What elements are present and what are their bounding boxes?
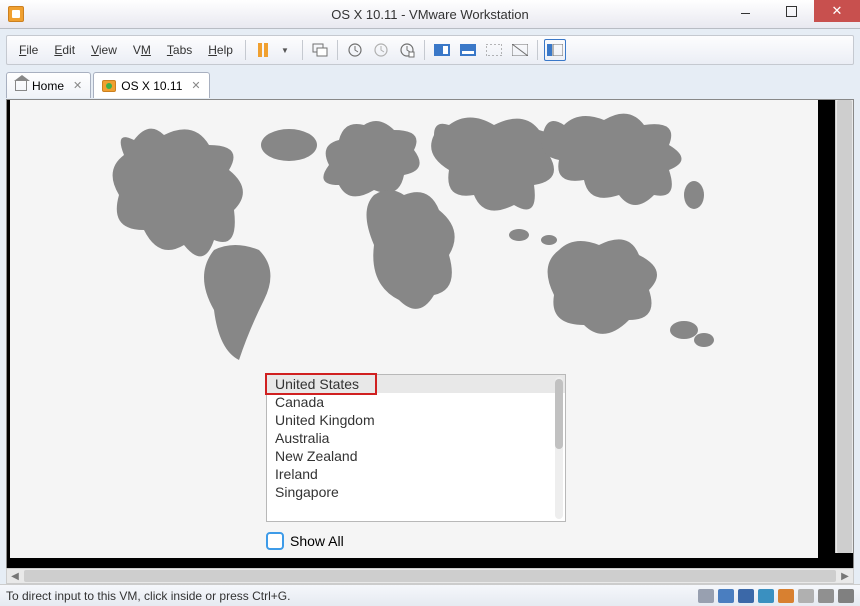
minimize-button[interactable]: [722, 0, 768, 22]
close-button[interactable]: ✕: [814, 0, 860, 22]
country-listbox-scrollbar[interactable]: [555, 377, 563, 519]
country-row-united-states[interactable]: United States: [267, 375, 565, 393]
status-bar: To direct input to this VM, click inside…: [0, 584, 860, 606]
vm-frame: United States Canada United Kingdom Aust…: [6, 99, 854, 569]
printer-icon[interactable]: [798, 589, 814, 603]
vm-screen[interactable]: United States Canada United Kingdom Aust…: [10, 100, 818, 558]
snapshot-manager-button[interactable]: [396, 39, 418, 61]
show-all-row: Show All: [266, 532, 344, 550]
pause-button[interactable]: [252, 39, 274, 61]
country-row-united-kingdom[interactable]: United Kingdom: [267, 411, 565, 429]
scroll-left-arrow[interactable]: ◀: [7, 569, 23, 583]
menu-edit[interactable]: Edit: [46, 39, 83, 61]
message-log-icon[interactable]: [838, 589, 854, 603]
menu-view[interactable]: View: [83, 39, 125, 61]
tab-vm-label: OS X 10.11: [121, 79, 182, 93]
fullscreen-button[interactable]: [431, 39, 453, 61]
country-row-new-zealand[interactable]: New Zealand: [267, 447, 565, 465]
power-dropdown[interactable]: ▼: [274, 39, 296, 61]
vm-icon: [102, 80, 116, 92]
snapshot-take-button[interactable]: [344, 39, 366, 61]
app-icon: [8, 6, 24, 22]
scroll-right-arrow[interactable]: ▶: [837, 569, 853, 583]
display-icon[interactable]: [818, 589, 834, 603]
unity-button[interactable]: [457, 39, 479, 61]
country-row-australia[interactable]: Australia: [267, 429, 565, 447]
world-map: [10, 100, 818, 380]
tab-vm-close[interactable]: ✕: [191, 79, 200, 92]
country-listbox[interactable]: United States Canada United Kingdom Aust…: [266, 374, 566, 522]
show-all-checkbox[interactable]: [266, 532, 284, 550]
sound-card-icon[interactable]: [778, 589, 794, 603]
cd-dvd-icon[interactable]: [718, 589, 734, 603]
hard-disk-icon[interactable]: [698, 589, 714, 603]
maximize-button[interactable]: [768, 0, 814, 22]
menu-bar: Filedocument.currentScript.previousSibli…: [6, 35, 854, 65]
stretch-button[interactable]: [509, 39, 531, 61]
title-bar: OS X 10.11 - VMware Workstation ✕: [0, 0, 860, 29]
window-controls: ✕: [722, 0, 860, 22]
country-row-singapore[interactable]: Singapore: [267, 483, 565, 501]
country-row-canada[interactable]: Canada: [267, 393, 565, 411]
network-adapter-icon[interactable]: [738, 589, 754, 603]
tab-home-label: Home: [32, 79, 64, 93]
horizontal-scrollbar[interactable]: ◀ ▶: [6, 568, 854, 584]
country-row-ireland[interactable]: Ireland: [267, 465, 565, 483]
status-device-icons: [698, 589, 854, 603]
menu-file[interactable]: Filedocument.currentScript.previousSibli…: [11, 39, 46, 61]
menu-vm[interactable]: VM: [125, 39, 159, 61]
tab-home[interactable]: Home ✕: [6, 72, 91, 98]
library-button[interactable]: [544, 39, 566, 61]
snapshot-revert-button[interactable]: [370, 39, 392, 61]
tab-home-close[interactable]: ✕: [73, 79, 82, 92]
send-ctrl-alt-del-button[interactable]: [309, 39, 331, 61]
tab-vm[interactable]: OS X 10.11 ✕: [93, 72, 209, 98]
menu-tabs[interactable]: Tabs: [159, 39, 200, 61]
tabs-bar: Home ✕ OS X 10.11 ✕: [6, 69, 854, 98]
status-text: To direct input to this VM, click inside…: [6, 589, 698, 603]
console-view-button[interactable]: [483, 39, 505, 61]
usb-icon[interactable]: [758, 589, 774, 603]
home-icon: [15, 81, 27, 91]
show-all-label: Show All: [290, 533, 344, 549]
vm-vertical-scrollbar[interactable]: [835, 100, 853, 553]
menu-help[interactable]: Help: [200, 39, 241, 61]
scroll-thumb[interactable]: [24, 570, 836, 582]
